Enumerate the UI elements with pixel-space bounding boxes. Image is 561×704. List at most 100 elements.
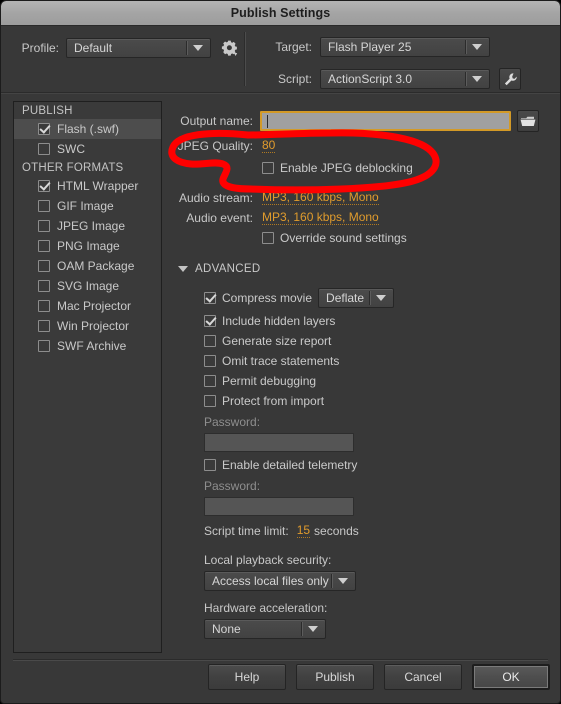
password-input-1[interactable] [204, 433, 354, 452]
checkbox-include-hidden-layers[interactable] [204, 315, 216, 327]
format-item-label: Flash (.swf) [57, 122, 120, 136]
window-title: Publish Settings [230, 6, 331, 20]
format-item-label: JPEG Image [57, 219, 126, 233]
audio-event-row: Audio event: MP3, 160 kbps, Mono [173, 211, 379, 225]
gear-icon [221, 40, 238, 56]
audio-event-label: Audio event: [186, 211, 253, 225]
output-name-input[interactable] [260, 111, 511, 131]
enable-telemetry-row[interactable]: Enable detailed telemetry [204, 458, 357, 472]
profile-select-value: Default [74, 41, 113, 55]
include-hidden-layers-label: Include hidden layers [222, 314, 336, 328]
checkbox-html-wrapper[interactable] [38, 180, 50, 192]
jpeg-deblocking-row[interactable]: Enable JPEG deblocking [262, 161, 413, 175]
checkbox-win-projector[interactable] [38, 320, 50, 332]
hardware-accel-label-row: Hardware acceleration: [204, 601, 327, 615]
audio-stream-value[interactable]: MP3, 160 kbps, Mono [262, 191, 379, 205]
format-item-win-projector[interactable]: Win Projector [14, 316, 161, 336]
checkbox-override-sound[interactable] [262, 232, 274, 244]
checkbox-enable-telemetry[interactable] [204, 459, 216, 471]
format-item-label: Win Projector [57, 319, 130, 333]
format-item-oam-package[interactable]: OAM Package [14, 256, 161, 276]
output-name-label: Output name: [180, 114, 253, 128]
checkbox-jpeg-image[interactable] [38, 220, 50, 232]
profile-options-button[interactable] [218, 37, 242, 59]
browse-output-button[interactable] [517, 110, 539, 132]
checkbox-png-image[interactable] [38, 240, 50, 252]
format-item-png-image[interactable]: PNG Image [14, 236, 161, 256]
protect-from-import-row[interactable]: Protect from import [204, 394, 324, 408]
compress-movie-row[interactable]: Compress movie Deflate [204, 288, 395, 308]
local-playback-select[interactable]: Access local files only [204, 571, 356, 591]
jpeg-quality-value[interactable]: 80 [262, 139, 276, 153]
compress-movie-select[interactable]: Deflate [318, 288, 395, 308]
format-item-swc[interactable]: SWC [14, 139, 161, 159]
checkbox-svg-image[interactable] [38, 280, 50, 292]
generate-size-report-label: Generate size report [222, 334, 332, 348]
combo-divider [369, 291, 372, 305]
profile-row: Profile: Default [13, 37, 242, 59]
advanced-label: ADVANCED [195, 263, 261, 275]
checkbox-omit-trace-statements[interactable] [204, 355, 216, 367]
format-item-mac-projector[interactable]: Mac Projector [14, 296, 161, 316]
audio-stream-label: Audio stream: [178, 191, 253, 205]
protect-import-label: Protect from import [222, 394, 325, 408]
checkbox-flash-swf[interactable] [38, 123, 50, 135]
wrench-icon [504, 72, 517, 85]
checkbox-swc[interactable] [38, 143, 50, 155]
script-select-value: ActionScript 3.0 [328, 72, 413, 86]
checkbox-jpeg-deblocking[interactable] [262, 162, 274, 174]
audio-event-value[interactable]: MP3, 160 kbps, Mono [262, 211, 379, 225]
title-bar: Publish Settings [1, 1, 560, 26]
help-button[interactable]: Help [208, 664, 286, 690]
target-select[interactable]: Flash Player 25 [320, 37, 490, 57]
checkbox-protect-from-import[interactable] [204, 395, 216, 407]
checkbox-swf-archive[interactable] [38, 340, 50, 352]
script-time-limit-unit: seconds [314, 524, 359, 538]
publish-settings-dialog: Publish Settings Profile: Default Target… [0, 0, 561, 704]
compress-movie-label: Compress movie [222, 291, 313, 305]
format-item-label: Mac Projector [57, 299, 132, 313]
checkbox-compress-movie[interactable] [204, 292, 216, 304]
override-sound-row[interactable]: Override sound settings [262, 231, 407, 245]
format-item-jpeg-image[interactable]: JPEG Image [14, 216, 161, 236]
chevron-down-icon [193, 45, 203, 51]
combo-divider [301, 622, 303, 636]
format-item-swf-archive[interactable]: SWF Archive [14, 336, 161, 356]
script-time-limit-value[interactable]: 15 [296, 524, 311, 538]
checkbox-mac-projector[interactable] [38, 300, 50, 312]
local-playback-value: Access local files only [212, 574, 329, 588]
output-name-row: Output name: [173, 110, 553, 132]
include-hidden-layers-row[interactable]: Include hidden layers [204, 314, 335, 328]
format-item-html-wrapper[interactable]: HTML Wrapper [14, 176, 161, 196]
format-item-label: SVG Image [57, 279, 120, 293]
publish-button[interactable]: Publish [296, 664, 374, 690]
combo-divider [465, 40, 467, 54]
checkbox-generate-size-report[interactable] [204, 335, 216, 347]
format-list[interactable]: PUBLISH Flash (.swf) SWC OTHER FORMATS H… [13, 101, 162, 653]
target-row: Target: Flash Player 25 [264, 37, 490, 57]
permit-debugging-label: Permit debugging [222, 374, 317, 388]
omit-trace-statements-row[interactable]: Omit trace statements [204, 354, 339, 368]
format-item-label: PNG Image [57, 239, 120, 253]
checkbox-gif-image[interactable] [38, 200, 50, 212]
password-label-2: Password: [204, 479, 260, 493]
generate-size-report-row[interactable]: Generate size report [204, 334, 331, 348]
password-input-2[interactable] [204, 497, 354, 516]
format-group-publish: PUBLISH [22, 105, 73, 117]
script-row: Script: ActionScript 3.0 [264, 68, 521, 90]
profile-select[interactable]: Default [66, 38, 211, 58]
cancel-button[interactable]: Cancel [384, 664, 462, 690]
override-sound-label: Override sound settings [280, 231, 407, 245]
checkbox-permit-debugging[interactable] [204, 375, 216, 387]
hardware-accel-select[interactable]: None [204, 619, 326, 639]
script-settings-button[interactable] [499, 68, 521, 90]
script-select[interactable]: ActionScript 3.0 [320, 69, 490, 89]
format-item-flash-swf[interactable]: Flash (.swf) [14, 119, 161, 139]
format-item-gif-image[interactable]: GIF Image [14, 196, 161, 216]
advanced-section-header[interactable]: ADVANCED [178, 263, 260, 275]
checkbox-oam-package[interactable] [38, 260, 50, 272]
ok-button[interactable]: OK [472, 664, 550, 690]
jpeg-quality-row: JPEG Quality: 80 [173, 139, 276, 153]
permit-debugging-row[interactable]: Permit debugging [204, 374, 316, 388]
format-item-svg-image[interactable]: SVG Image [14, 276, 161, 296]
